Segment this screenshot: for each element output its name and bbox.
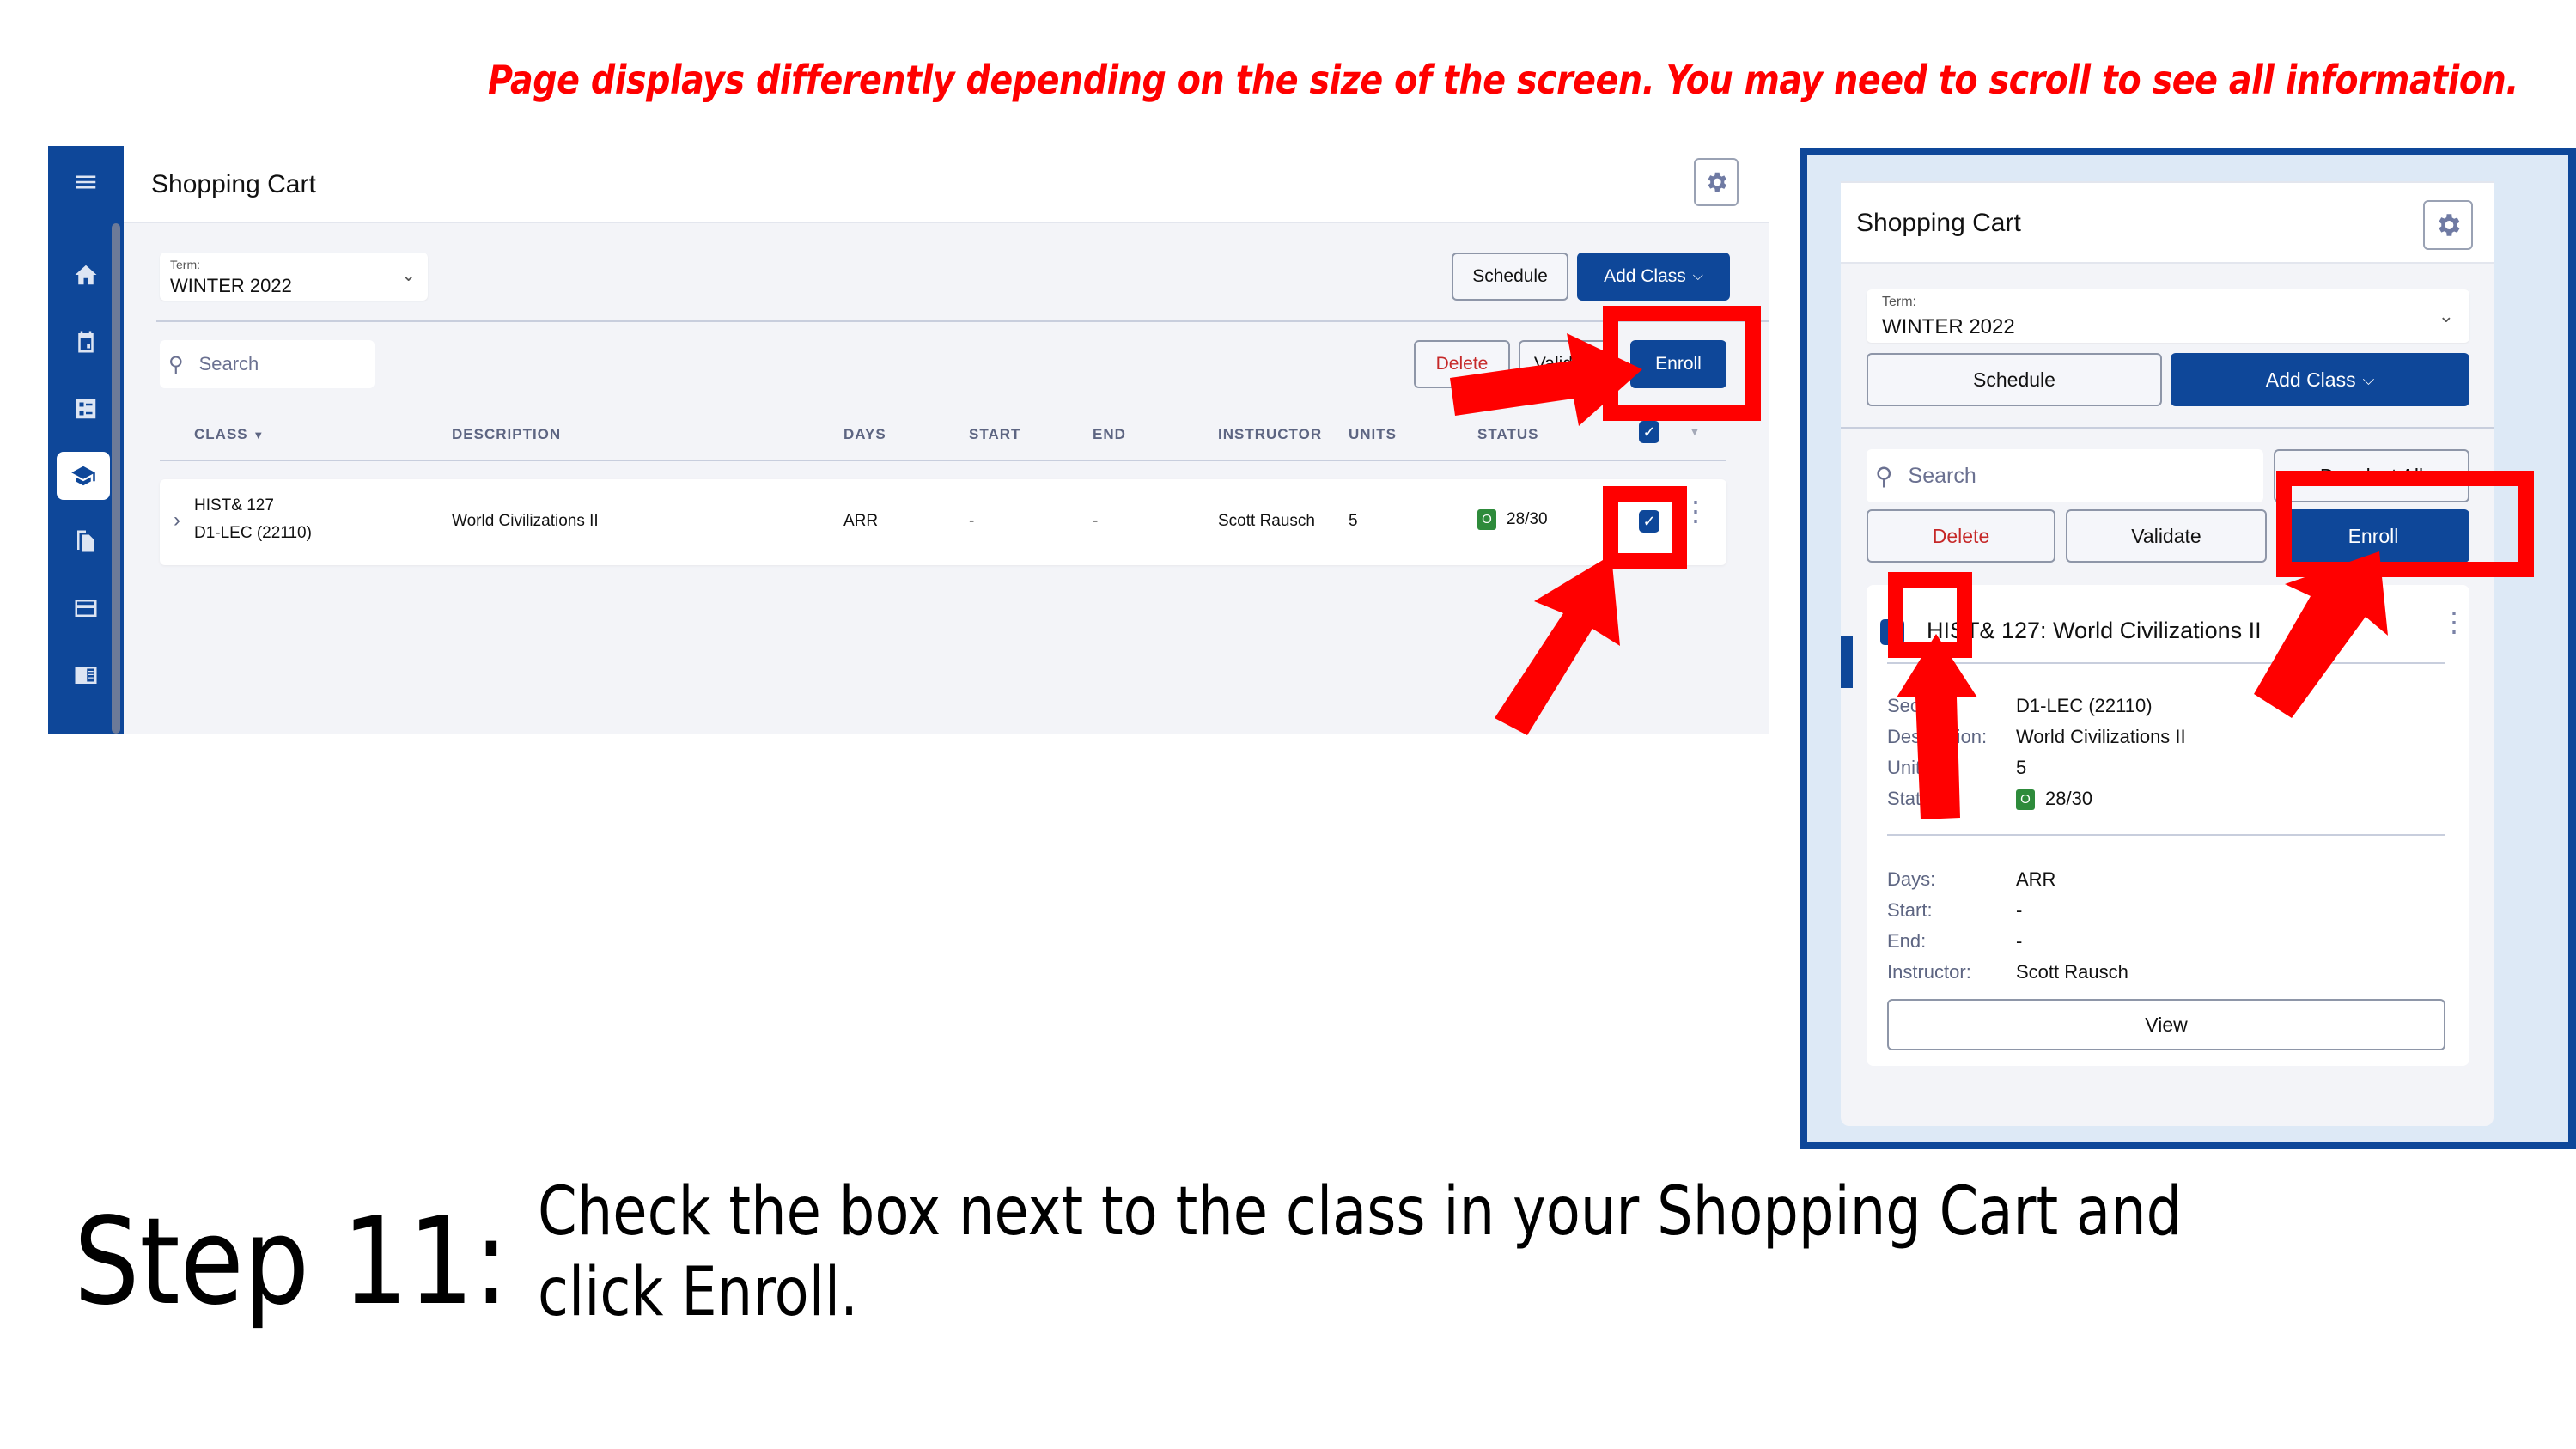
checklist-icon[interactable]: [67, 390, 105, 428]
column-header-units: UNITS: [1349, 426, 1397, 442]
catalog-icon[interactable]: [67, 656, 105, 694]
divider: [156, 320, 1769, 322]
settings-button[interactable]: [1694, 158, 1739, 206]
instruction-notice: Page displays differently depending on t…: [488, 57, 2518, 103]
menu-icon[interactable]: [67, 163, 105, 201]
column-header-instructor: INSTRUCTOR: [1218, 426, 1323, 442]
term-value: WINTER 2022: [170, 275, 292, 296]
search-input[interactable]: ⚲ Search: [1867, 449, 2263, 502]
chevron-down-icon: ⌵: [2362, 370, 2375, 388]
schedule-button[interactable]: Schedule: [1867, 353, 2162, 406]
field-instructor: Instructor: Scott Rausch: [1887, 961, 2128, 983]
expand-chevron-icon[interactable]: ›: [174, 508, 180, 533]
settings-button[interactable]: [2423, 200, 2473, 250]
column-header-description: DESCRIPTION: [452, 426, 562, 442]
arrow-to-enroll-icon: [2254, 551, 2388, 718]
arrow-up-to-checkbox-icon: [1897, 634, 1977, 819]
add-class-button[interactable]: Add Class ⌵: [1577, 253, 1730, 301]
divider: [1841, 427, 2494, 429]
class-end: -: [1093, 512, 1099, 530]
add-class-label: Add Class: [2265, 368, 2356, 391]
term-label: Term:: [1882, 295, 1916, 309]
column-header-days: DAYS: [843, 426, 886, 442]
class-days: ARR: [843, 512, 879, 530]
search-icon: ⚲: [168, 352, 184, 376]
page-title: Shopping Cart: [1856, 209, 2021, 237]
term-select[interactable]: Term: WINTER 2022 ⌄: [1867, 289, 2469, 343]
chevron-down-icon: ⌄: [401, 266, 416, 285]
column-header-class[interactable]: CLASS ▼: [194, 426, 265, 443]
page-header: [124, 146, 1769, 223]
add-class-button[interactable]: Add Class ⌵: [2171, 353, 2469, 406]
view-button[interactable]: View: [1887, 999, 2445, 1050]
gear-icon: [2439, 214, 2460, 236]
class-status: O 28/30: [1477, 509, 1548, 530]
field-start: Start: -: [1887, 899, 2023, 921]
step-number: Step 11:: [74, 1192, 509, 1332]
class-description: World Civilizations II: [452, 512, 599, 530]
field-days: Days: ARR: [1887, 868, 2056, 890]
step-instruction: Check the box next to the class in your …: [538, 1173, 2183, 1331]
class-start: -: [969, 512, 975, 530]
arrow-to-enroll-icon: [1450, 333, 1642, 426]
side-tab-handle[interactable]: [1841, 636, 1853, 688]
term-value: WINTER 2022: [1882, 315, 2015, 338]
credit-card-icon[interactable]: [67, 589, 105, 627]
chevron-down-icon: ⌄: [2438, 305, 2454, 326]
search-input[interactable]: ⚲ Search: [160, 340, 375, 388]
class-instructor: Scott Rausch: [1218, 512, 1315, 530]
class-code: HIST& 127: [194, 496, 274, 514]
gear-icon: [1708, 172, 1726, 192]
schedule-button[interactable]: Schedule: [1452, 253, 1568, 301]
add-class-label: Add Class: [1604, 266, 1686, 286]
table-divider: [160, 460, 1726, 461]
sidebar-scrollbar[interactable]: [112, 223, 120, 734]
search-placeholder: Search: [1908, 463, 1976, 488]
chevron-down-icon: ⌵: [1692, 269, 1703, 283]
open-status-badge: O: [1477, 509, 1496, 530]
card-divider: [1887, 834, 2445, 836]
class-units: 5: [1349, 512, 1358, 530]
graduation-cap-icon[interactable]: [57, 452, 110, 500]
term-select[interactable]: Term: WINTER 2022 ⌄: [160, 253, 428, 301]
search-icon: ⚲: [1875, 462, 1893, 490]
search-placeholder: Search: [198, 353, 259, 374]
arrow-to-checkbox-icon: [1495, 555, 1620, 735]
delete-button[interactable]: Delete: [1867, 509, 2055, 563]
page-title: Shopping Cart: [151, 170, 316, 198]
documents-icon[interactable]: [67, 522, 105, 560]
field-end: End: -: [1887, 930, 2023, 952]
more-options-icon[interactable]: ⋮: [2440, 608, 2468, 636]
class-section: D1-LEC (22110): [194, 524, 312, 542]
home-icon[interactable]: [67, 256, 105, 294]
seat-count: 28/30: [1507, 510, 1548, 529]
column-header-end: END: [1093, 426, 1126, 442]
open-status-badge: O: [2016, 789, 2035, 811]
term-label: Term:: [170, 258, 200, 271]
validate-button[interactable]: Validate: [2066, 509, 2267, 563]
column-header-start: START: [969, 426, 1021, 442]
select-menu-caret-icon[interactable]: ▼: [1689, 424, 1701, 438]
sort-caret-icon: ▼: [253, 429, 265, 441]
calendar-icon[interactable]: [67, 323, 105, 361]
